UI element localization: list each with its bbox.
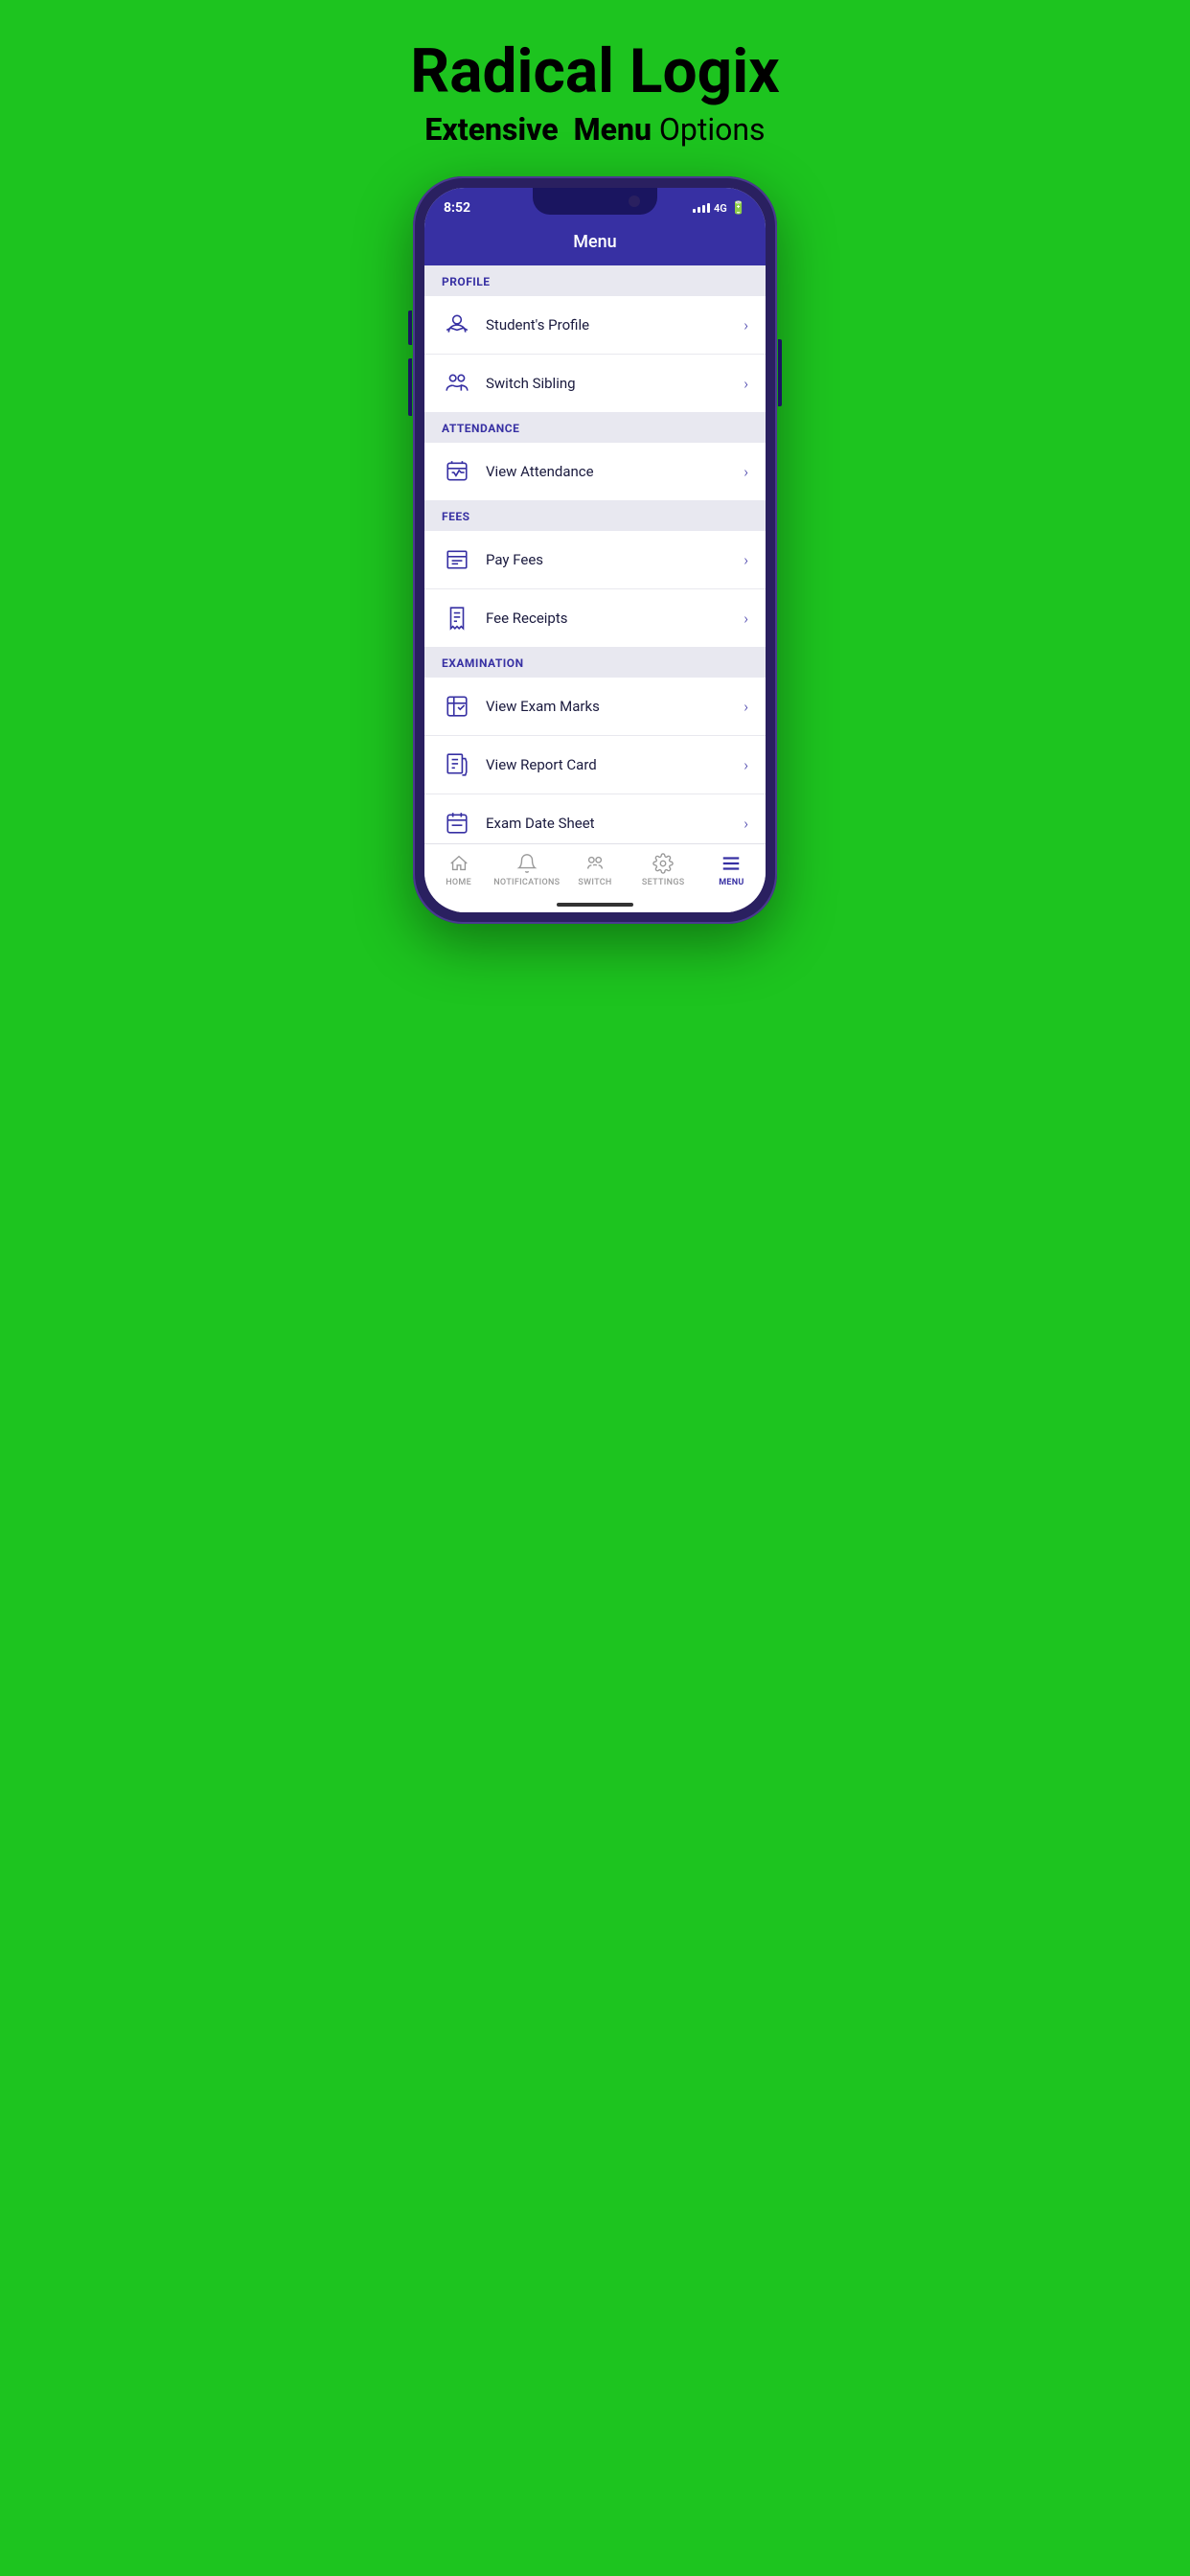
battery-icon: 🔋 xyxy=(731,201,746,216)
exam-date-sheet-item[interactable]: Exam Date Sheet › xyxy=(424,794,766,843)
section-header-profile: PROFILE xyxy=(424,265,766,296)
nav-switch[interactable]: SWITCH xyxy=(561,852,629,887)
examination-menu-items: View Exam Marks › View Report Card › xyxy=(424,678,766,843)
app-subtitle: Extensive Menu Options xyxy=(410,111,779,148)
attendance-menu-items: View Attendance › xyxy=(424,443,766,500)
signal-icon xyxy=(693,203,710,213)
chevron-icon: › xyxy=(744,463,748,481)
view-report-card-item[interactable]: View Report Card › xyxy=(424,736,766,794)
phone-notch xyxy=(533,188,657,215)
notifications-nav-icon xyxy=(515,852,538,875)
app-header-title: Menu xyxy=(573,232,616,252)
phone-frame: 8:52 4G 🔋 Menu PR xyxy=(413,176,777,924)
switch-nav-label: SWITCH xyxy=(578,878,611,887)
calendar-icon xyxy=(442,808,472,839)
receipt-icon xyxy=(442,603,472,633)
bottom-nav: HOME NOTIFICATIONS SWITCH xyxy=(424,843,766,899)
exam-date-sheet-label: Exam Date Sheet xyxy=(486,815,595,832)
view-exam-marks-item[interactable]: View Exam Marks › xyxy=(424,678,766,736)
view-report-card-label: View Report Card xyxy=(486,756,597,773)
chevron-icon: › xyxy=(744,815,748,833)
subtitle-normal: Options xyxy=(652,111,766,148)
menu-nav-icon xyxy=(720,852,743,875)
app-header: Menu xyxy=(424,222,766,265)
phone-mockup: 8:52 4G 🔋 Menu PR xyxy=(413,176,777,924)
menu-content[interactable]: PROFILE Student's Profile › xyxy=(424,265,766,843)
nav-menu[interactable]: MENU xyxy=(698,852,766,887)
section-header-attendance: ATTENDANCE xyxy=(424,412,766,443)
subtitle-bold: Extensive Menu xyxy=(424,111,652,148)
pay-fees-item[interactable]: Pay Fees › xyxy=(424,531,766,589)
volume-down-button xyxy=(408,358,412,416)
fees-menu-items: Pay Fees › Fee Receipts › xyxy=(424,531,766,647)
home-indicator-bar xyxy=(557,903,633,907)
chevron-icon: › xyxy=(744,316,748,334)
nav-settings[interactable]: SETTINGS xyxy=(629,852,698,887)
fee-receipts-label: Fee Receipts xyxy=(486,610,568,627)
chevron-icon: › xyxy=(744,551,748,569)
status-time: 8:52 xyxy=(444,200,470,216)
notifications-nav-label: NOTIFICATIONS xyxy=(493,878,560,887)
profile-menu-items: Student's Profile › Switch Sibling › xyxy=(424,296,766,412)
settings-nav-label: SETTINGS xyxy=(642,878,685,887)
student-icon xyxy=(442,310,472,340)
app-title: Radical Logix xyxy=(410,38,779,105)
home-nav-icon xyxy=(447,852,470,875)
students-profile-item[interactable]: Student's Profile › xyxy=(424,296,766,355)
attendance-icon xyxy=(442,456,472,487)
chevron-icon: › xyxy=(744,375,748,393)
chevron-icon: › xyxy=(744,610,748,628)
fee-receipts-item[interactable]: Fee Receipts › xyxy=(424,589,766,647)
switch-nav-icon xyxy=(584,852,606,875)
pay-fees-label: Pay Fees xyxy=(486,551,543,568)
chevron-icon: › xyxy=(744,698,748,716)
section-header-fees: FEES xyxy=(424,500,766,531)
switch-sibling-label: Switch Sibling xyxy=(486,375,576,392)
report-icon xyxy=(442,749,472,780)
nav-notifications[interactable]: NOTIFICATIONS xyxy=(492,852,561,887)
chevron-icon: › xyxy=(744,756,748,774)
section-header-examination: EXAMINATION xyxy=(424,647,766,678)
view-attendance-label: View Attendance xyxy=(486,463,594,480)
status-icons: 4G 🔋 xyxy=(693,201,746,216)
view-exam-marks-label: View Exam Marks xyxy=(486,698,600,715)
volume-up-button xyxy=(408,310,412,345)
fees-icon xyxy=(442,544,472,575)
phone-screen: 8:52 4G 🔋 Menu PR xyxy=(424,188,766,912)
nav-home[interactable]: HOME xyxy=(424,852,492,887)
students-profile-label: Student's Profile xyxy=(486,316,589,334)
view-attendance-item[interactable]: View Attendance › xyxy=(424,443,766,500)
page-header: Radical Logix Extensive Menu Options xyxy=(410,38,779,148)
switch-sibling-item[interactable]: Switch Sibling › xyxy=(424,355,766,412)
home-nav-label: HOME xyxy=(446,878,471,887)
network-label: 4G xyxy=(714,202,727,215)
menu-nav-label: MENU xyxy=(719,878,744,887)
marks-icon xyxy=(442,691,472,722)
settings-nav-icon xyxy=(652,852,675,875)
home-indicator xyxy=(424,899,766,912)
power-button xyxy=(778,339,782,406)
siblings-icon xyxy=(442,368,472,399)
